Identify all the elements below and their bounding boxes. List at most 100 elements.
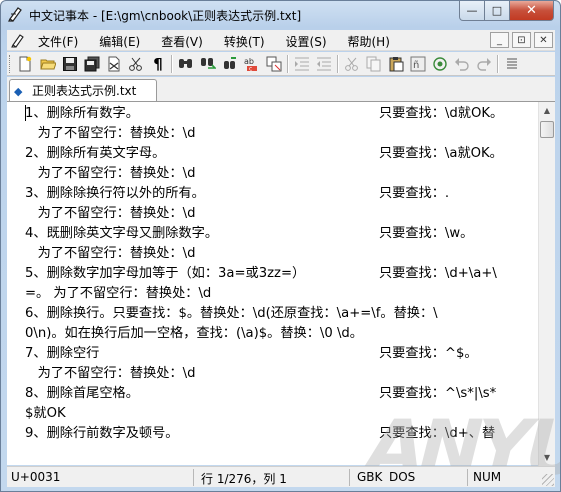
text-line[interactable]: 4、既删除英文字母又删除数字。 只要查找：\w。: [25, 224, 536, 244]
toolbar-separator: [171, 55, 173, 73]
line-text-right: 只要查找：\a就OK。: [379, 146, 503, 161]
line-text: 9、删除行前数字及顿号。: [25, 426, 179, 441]
menu-view[interactable]: 查看(V): [161, 33, 203, 50]
undo-icon[interactable]: [453, 55, 471, 73]
minimize-icon: —: [466, 4, 478, 17]
line-text: 4、既删除英文字母又删除数字。: [25, 226, 219, 241]
text-line[interactable]: 7、删除空行 只要查找：^$。: [25, 344, 536, 364]
line-text: 为了不留空行：替换处：\d: [25, 126, 196, 141]
line-text-right: 只要查找：^\s*|\s*: [379, 386, 497, 401]
replace-icon[interactable]: ab c: [243, 55, 261, 73]
status-bar: U+0031 行 1/276，列 1 GBK DOS NUM: [7, 466, 555, 487]
find-icon[interactable]: [177, 55, 195, 73]
line-text: 0\n)。如在换行后加一空格，查找：(\a)$。替换：\0 \d。: [25, 326, 363, 341]
status-encoding[interactable]: GBK: [357, 470, 382, 484]
redo-icon[interactable]: [475, 55, 493, 73]
text-line[interactable]: 1、删除所有数字。 只要查找：\d就OK。: [25, 104, 536, 124]
indent-icon[interactable]: [293, 55, 311, 73]
minimize-icon: _: [497, 34, 502, 46]
scroll-up-arrow-icon[interactable]: ▲: [539, 102, 555, 119]
restore-icon: ⊡: [517, 34, 526, 46]
menu-edit[interactable]: 编辑(E): [99, 33, 140, 50]
open-folder-icon[interactable]: [39, 55, 57, 73]
line-text: 7、删除空行: [25, 346, 100, 361]
minimize-button[interactable]: —: [459, 1, 485, 21]
doc-minimize-button[interactable]: _: [490, 32, 509, 48]
scissors-icon[interactable]: [127, 55, 145, 73]
toolbar-grip[interactable]: [9, 55, 12, 73]
line-text: =。 为了不留空行：替换处：\d: [25, 286, 212, 301]
document-window-controls: _ ⊡ ✕: [490, 32, 553, 48]
toolbar-separator: [287, 55, 289, 73]
save-all-icon[interactable]: [83, 55, 101, 73]
cut-icon[interactable]: [343, 55, 361, 73]
settings-icon[interactable]: [431, 55, 449, 73]
window-controls: — □ ✕: [459, 1, 554, 21]
menu-bar: 文件(F) 编辑(E) 查看(V) 转换(T) 设置(S) 帮助(H) _ ⊡ …: [7, 30, 555, 51]
text-line[interactable]: 为了不留空行：替换处：\d: [25, 364, 536, 384]
text-line[interactable]: 0\n)。如在换行后加一空格，查找：(\a)$。替换：\0 \d。: [25, 324, 536, 344]
scroll-thumb[interactable]: [540, 121, 554, 138]
status-line-ending[interactable]: DOS: [389, 470, 415, 484]
paste-icon[interactable]: [387, 55, 405, 73]
close-window-button[interactable]: ✕: [510, 1, 554, 21]
menu-help[interactable]: 帮助(H): [348, 33, 390, 50]
doc-restore-button[interactable]: ⊡: [512, 32, 531, 48]
text-line[interactable]: 8、删除首尾空格。 只要查找：^\s*|\s*: [25, 384, 536, 404]
line-text: 为了不留空行：替换处：\d: [25, 206, 196, 221]
tab-label: 正则表达式示例.txt: [32, 84, 137, 98]
text-line[interactable]: 为了不留空行：替换处：\d: [25, 244, 536, 264]
menu-settings[interactable]: 设置(S): [286, 33, 327, 50]
document-tab-bar: ◆ 正则表达式示例.txt: [7, 77, 555, 101]
close-icon: ✕: [539, 34, 548, 46]
close-file-icon[interactable]: [105, 55, 123, 73]
line-text-right: 只要查找：\d+\a+\: [379, 266, 497, 281]
menu-convert[interactable]: 转换(T): [224, 33, 265, 50]
line-text: 6、删除换行。只要查找：$。替换处：\d(还原查找：\a+=\f。替换：\: [25, 306, 438, 321]
new-file-icon[interactable]: [16, 55, 34, 73]
text-line[interactable]: 为了不留空行：替换处：\d: [25, 124, 536, 144]
text-line[interactable]: =。 为了不留空行：替换处：\d: [25, 284, 536, 304]
line-text: 8、删除首尾空格。: [25, 386, 139, 401]
text-line[interactable]: 5、删除数字加字母加等于（如：3a=或3zz=） 只要查找：\d+\a+\: [25, 264, 536, 284]
find-next-icon[interactable]: [199, 55, 217, 73]
convert-icon[interactable]: [265, 55, 283, 73]
save-icon[interactable]: [61, 55, 79, 73]
notepad-app-icon: [8, 7, 22, 22]
line-text: 1、删除所有数字。: [25, 106, 139, 121]
maximize-button[interactable]: □: [485, 1, 510, 21]
resize-grip-icon[interactable]: [542, 474, 554, 486]
status-numlock: NUM: [473, 470, 502, 484]
close-icon: ✕: [526, 3, 537, 18]
text-line[interactable]: 为了不留空行：替换处：\d: [25, 164, 536, 184]
line-text-right: 只要查找：.: [379, 186, 450, 201]
tab-regex-examples[interactable]: ◆ 正则表达式示例.txt: [9, 79, 157, 101]
doc-close-button[interactable]: ✕: [534, 32, 553, 48]
text-line[interactable]: 6、删除换行。只要查找：$。替换处：\d(还原查找：\a+=\f。替换：\: [25, 304, 536, 324]
menu-file[interactable]: 文件(F): [38, 33, 78, 50]
line-text: 为了不留空行：替换处：\d: [25, 246, 196, 261]
find-replace-icon[interactable]: [221, 55, 239, 73]
line-text: 为了不留空行：替换处：\d: [25, 166, 196, 181]
text-caret: [25, 105, 26, 121]
svg-text:ñ: ñ: [413, 60, 419, 71]
copy-icon[interactable]: [365, 55, 383, 73]
text-line[interactable]: 3、删除除换行符以外的所有。 只要查找：.: [25, 184, 536, 204]
status-divider: [467, 469, 468, 486]
maximize-icon: □: [491, 4, 503, 17]
status-divider: [193, 469, 194, 486]
pilcrow-icon[interactable]: ¶: [149, 55, 167, 73]
menu-items: 文件(F) 编辑(E) 查看(V) 转换(T) 设置(S) 帮助(H): [38, 33, 411, 50]
menu-lines-icon[interactable]: [503, 55, 521, 73]
text-line[interactable]: 2、删除所有英文字母。 只要查找：\a就OK。: [25, 144, 536, 164]
outdent-icon[interactable]: [315, 55, 333, 73]
line-text: 2、删除所有英文字母。: [25, 146, 166, 161]
text-line[interactable]: 为了不留空行：替换处：\d: [25, 204, 536, 224]
line-text: 3、删除除换行符以外的所有。: [25, 186, 205, 201]
character-map-icon[interactable]: ñ: [409, 55, 427, 73]
title-bar[interactable]: 中文记事本 - [E:\gm\cnbook\正则表达式示例.txt] — □ ✕: [1, 1, 560, 29]
toolbar-separator: [337, 55, 339, 73]
toolbar: ¶ ab c ñ: [7, 52, 555, 76]
line-text: 为了不留空行：替换处：\d: [25, 366, 196, 381]
document-icon[interactable]: [11, 33, 27, 48]
